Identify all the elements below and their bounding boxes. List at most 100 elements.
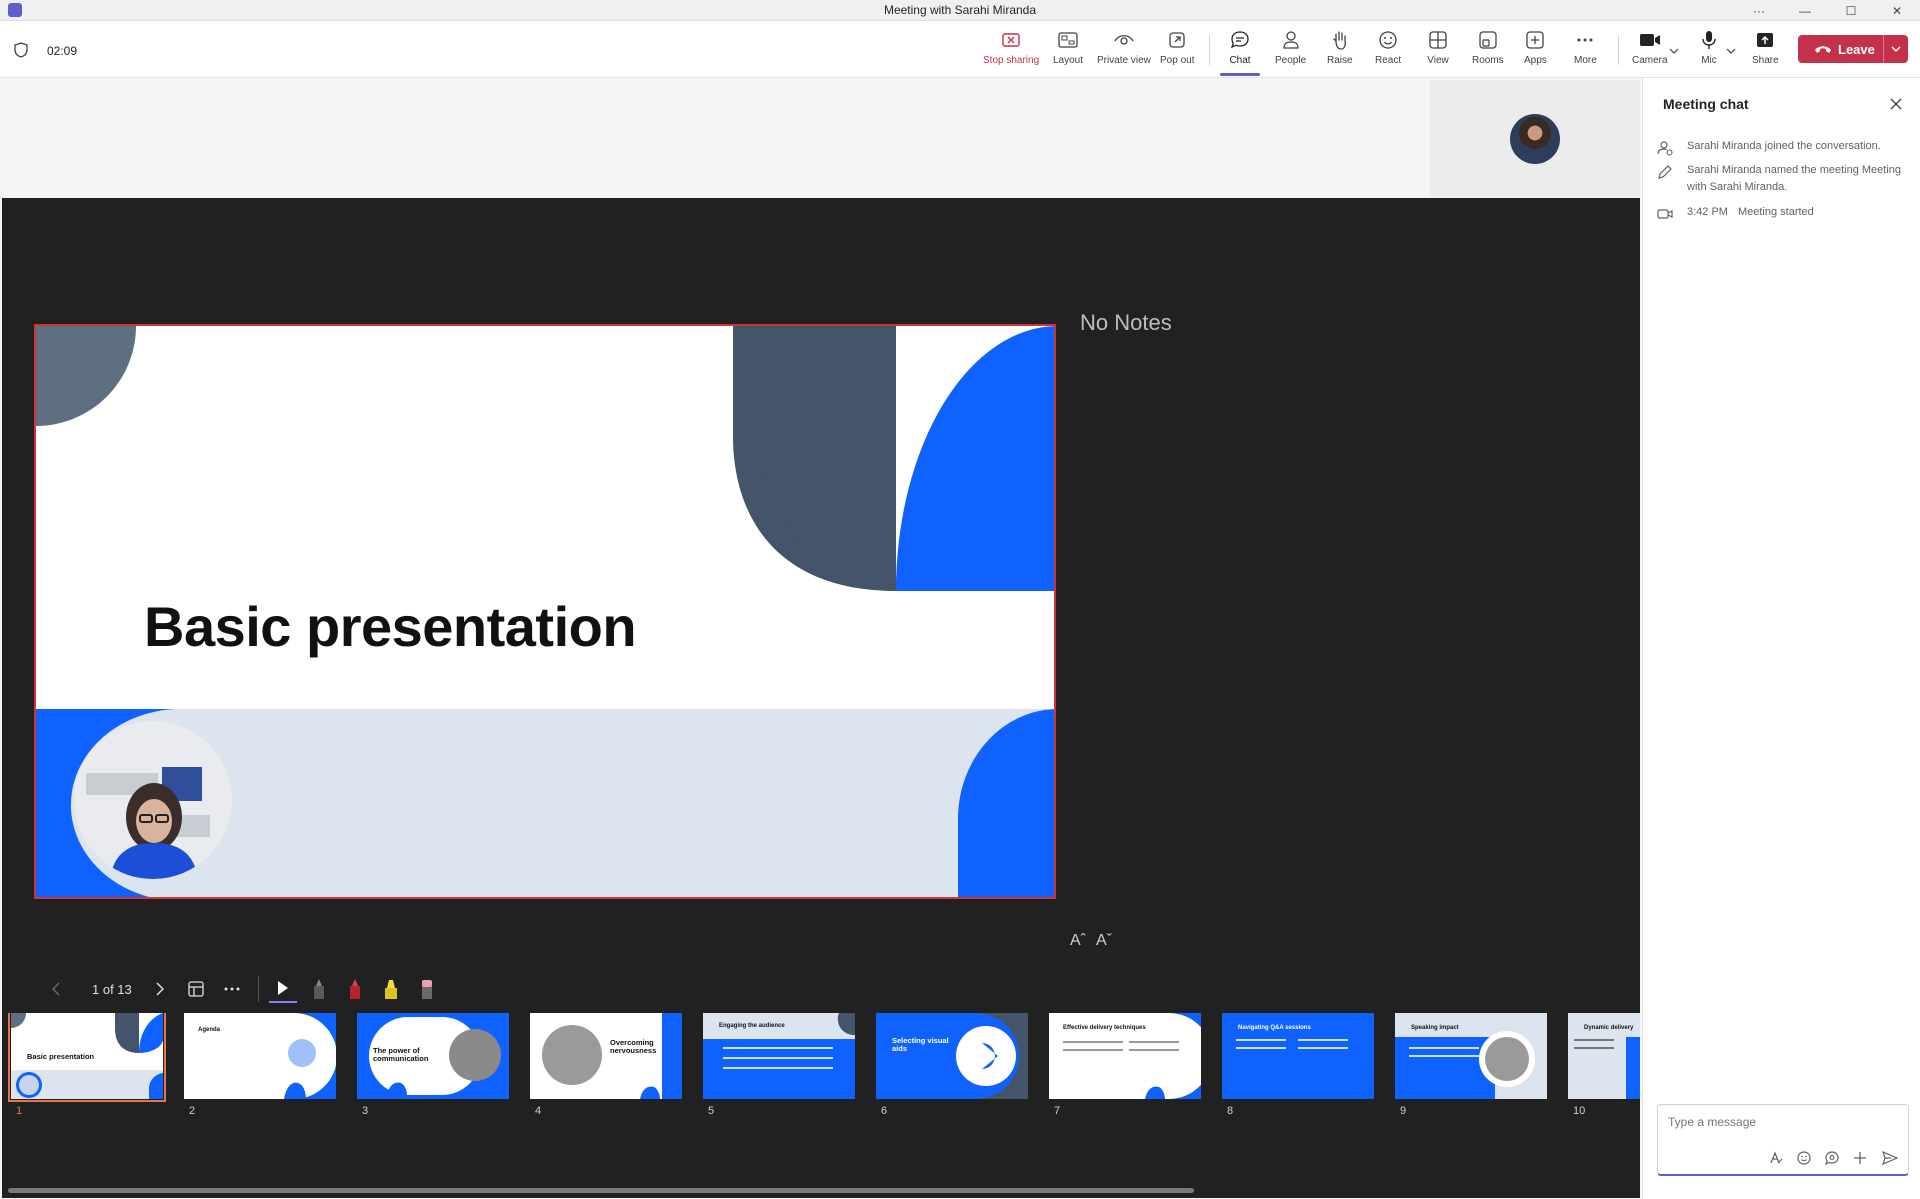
slide-thumbnail-9[interactable]: Speaking impact — [1395, 1013, 1547, 1099]
apps-button[interactable]: Apps — [1524, 29, 1547, 73]
chat-message-text: Sarahi Miranda named the meeting Meeting… — [1687, 164, 1902, 193]
mic-label: Mic — [1701, 55, 1717, 66]
leave-options-dropdown[interactable] — [1884, 45, 1908, 53]
thumbnail-4-number: 4 — [535, 1105, 542, 1117]
camera-label: Camera — [1632, 55, 1668, 66]
mic-options-chevron-icon[interactable] — [1726, 47, 1736, 55]
slide-thumbnail-3[interactable]: The power of communication — [357, 1013, 509, 1099]
window-controls: ··· — ☐ ✕ — [1736, 0, 1920, 21]
react-button[interactable]: React — [1375, 29, 1401, 73]
leave-button[interactable]: Leave — [1798, 35, 1908, 63]
hang-up-icon — [1815, 46, 1831, 53]
slide-thumbnail-4[interactable]: Overcoming nervousness — [530, 1013, 682, 1099]
pop-out-button[interactable]: Pop out — [1160, 29, 1194, 73]
add-attachment-icon[interactable] — [1852, 1150, 1868, 1166]
current-slide[interactable]: Basic presentation — [34, 324, 1056, 899]
rooms-icon — [1479, 31, 1497, 49]
stop-sharing-icon — [1002, 32, 1020, 47]
participant-avatar[interactable] — [1510, 114, 1560, 164]
pop-out-icon — [1169, 32, 1185, 48]
slide-thumbnail-7[interactable]: Effective delivery techniques — [1049, 1013, 1201, 1099]
chat-system-message: 3:42 PM Meeting started — [1657, 204, 1907, 221]
chat-system-message: Sarahi Miranda joined the conversation. — [1657, 138, 1907, 156]
slide-thumbnail-5[interactable]: Engaging the audience — [703, 1013, 855, 1099]
people-icon — [1282, 31, 1299, 49]
thumbnail-2-number: 2 — [189, 1105, 196, 1117]
more-options-icon[interactable]: ··· — [1736, 0, 1782, 21]
presenter-view: Basic presentation No Notes Aˆ Aˇ 1 of 1… — [2, 198, 1640, 1198]
close-window-icon[interactable]: ✕ — [1874, 0, 1920, 21]
pen-tool-red[interactable] — [341, 975, 369, 1003]
stop-sharing-button[interactable]: Stop sharing — [983, 29, 1039, 73]
camera-options-chevron-icon[interactable] — [1669, 47, 1679, 55]
apps-label: Apps — [1524, 55, 1547, 66]
more-button[interactable]: More — [1574, 29, 1597, 73]
chat-system-message: Sarahi Miranda named the meeting Meeting… — [1657, 162, 1907, 196]
thumbnail-10-number: 10 — [1573, 1105, 1586, 1117]
chat-message-input[interactable] — [1668, 1115, 1898, 1129]
leave-label: Leave — [1838, 41, 1875, 57]
view-button[interactable]: View — [1427, 29, 1449, 73]
chat-button[interactable]: Chat — [1229, 29, 1251, 73]
thumbnail-5-number: 5 — [708, 1105, 715, 1117]
slide-page-indicator: 1 of 13 — [92, 981, 132, 997]
next-slide-button[interactable] — [146, 975, 174, 1003]
private-view-label: Private view — [1097, 55, 1151, 66]
previous-slide-button[interactable] — [42, 975, 70, 1003]
layout-label: Layout — [1053, 55, 1084, 66]
ellipsis-icon — [1577, 38, 1593, 42]
slide-thumbnail-strip: Basic presentation 1 Agenda 2 The power … — [6, 1013, 1640, 1123]
people-button[interactable]: People — [1275, 29, 1306, 73]
slide-thumbnail-10[interactable]: Dynamic delivery — [1568, 1013, 1640, 1099]
raise-hand-button[interactable]: Raise — [1327, 29, 1353, 73]
rooms-button[interactable]: Rooms — [1472, 29, 1504, 73]
pen-tool-gray[interactable] — [305, 975, 333, 1003]
close-icon[interactable] — [1888, 96, 1904, 112]
send-icon[interactable] — [1882, 1150, 1898, 1166]
pencil-icon — [1658, 165, 1672, 179]
thumbnail-6-number: 6 — [881, 1105, 888, 1117]
video-camera-icon — [1657, 209, 1673, 219]
highlighter-tool[interactable] — [377, 975, 405, 1003]
chat-composer — [1657, 1104, 1909, 1176]
thumbnail-6-graphic — [876, 1013, 1028, 1099]
eraser-tool[interactable] — [413, 975, 441, 1003]
more-label: More — [1574, 55, 1597, 66]
slide-thumbnail-6[interactable]: Selecting visual aids — [876, 1013, 1028, 1099]
slide-grid-button[interactable] — [182, 975, 210, 1003]
loop-component-icon[interactable] — [1824, 1150, 1840, 1166]
highlighter-yellow-icon — [384, 980, 397, 999]
thumbnail-7-title: Effective delivery techniques — [1063, 1025, 1146, 1031]
emoji-icon[interactable] — [1796, 1150, 1812, 1166]
more-presenter-options-button[interactable] — [218, 975, 246, 1003]
laser-pointer-tool[interactable] — [268, 975, 297, 1003]
ellipsis-icon — [224, 987, 240, 991]
format-text-icon[interactable] — [1768, 1150, 1784, 1166]
thumbnail-scrollbar[interactable] — [8, 1188, 1194, 1193]
thumbnail-4-title: Overcoming nervousness — [610, 1038, 657, 1056]
decrease-font-button[interactable]: Aˇ — [1096, 932, 1112, 950]
microphone-icon — [1702, 31, 1716, 49]
smile-icon — [1379, 31, 1397, 49]
pop-out-label: Pop out — [1160, 55, 1195, 66]
slide-thumbnail-2[interactable]: Agenda — [184, 1013, 336, 1099]
private-view-button[interactable]: Private view — [1097, 29, 1151, 73]
rooms-label: Rooms — [1472, 55, 1504, 66]
minimize-icon[interactable]: — — [1782, 0, 1828, 21]
maximize-icon[interactable]: ☐ — [1828, 0, 1874, 21]
share-button[interactable]: Share — [1752, 29, 1779, 73]
slide-thumbnail-8[interactable]: Navigating Q&A sessions — [1222, 1013, 1374, 1099]
layout-button[interactable]: Layout — [1053, 29, 1083, 73]
presenter-camera-feed — [74, 721, 232, 879]
mic-button[interactable]: Mic — [1698, 29, 1720, 73]
raise-hand-icon — [1333, 31, 1346, 50]
camera-button[interactable]: Camera — [1632, 29, 1668, 73]
thumbnail-2-title: Agenda — [198, 1027, 221, 1033]
thumbnail-3-number: 3 — [362, 1105, 369, 1117]
toolbar-divider — [1209, 35, 1210, 65]
notes-font-controls: Aˆ Aˇ — [1070, 932, 1112, 950]
slide-thumbnail-1[interactable]: Basic presentation — [8, 1013, 166, 1102]
thumbnail-8-title: Navigating Q&A sessions — [1238, 1025, 1311, 1031]
increase-font-button[interactable]: Aˆ — [1070, 932, 1086, 950]
thumbnail-3-title: The power of communication — [373, 1046, 429, 1064]
